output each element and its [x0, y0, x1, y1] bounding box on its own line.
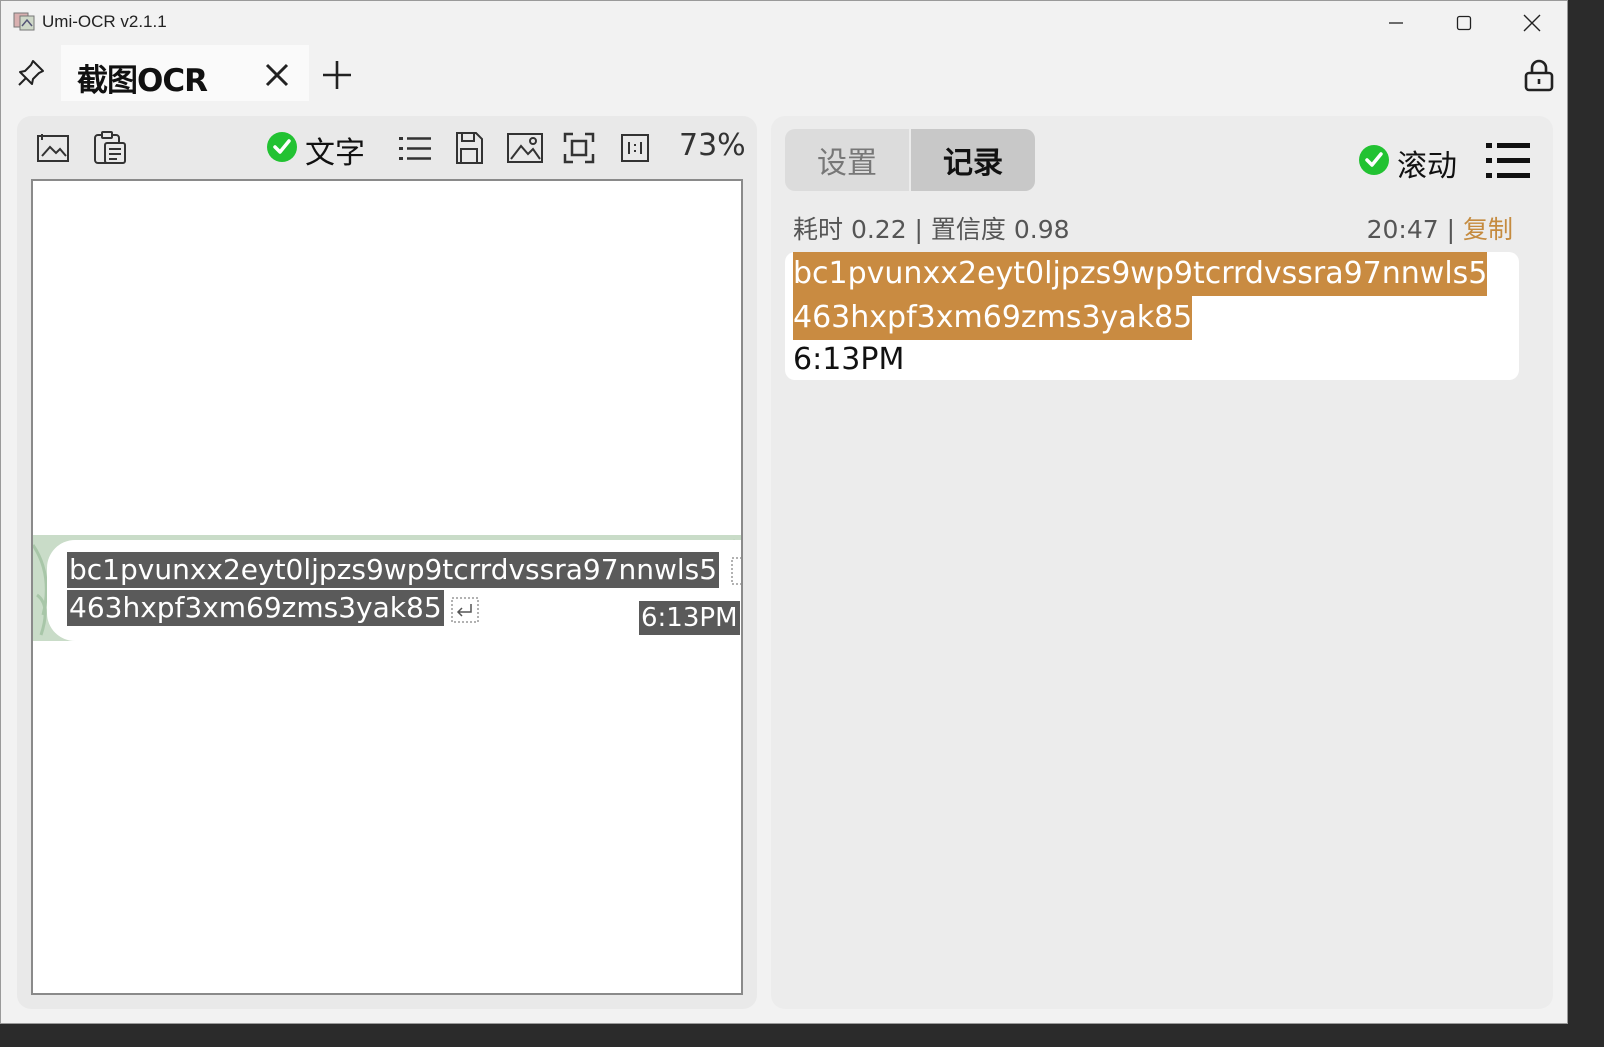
- add-tab-button[interactable]: [317, 55, 357, 95]
- menu-button[interactable]: [1483, 138, 1533, 184]
- maximize-button[interactable]: [1431, 1, 1497, 45]
- lock-icon: [1524, 59, 1554, 92]
- ocr-text-line[interactable]: 463hxpf3xm69zms3yak85: [67, 590, 444, 626]
- minimize-button[interactable]: [1363, 1, 1429, 45]
- lock-button[interactable]: [1519, 55, 1559, 95]
- image-icon: [37, 134, 69, 162]
- screenshot-image: bc1pvunxx2eyt0ljpzs9wp9tcrrdvssra97nnwls…: [33, 535, 741, 641]
- plus-icon: [323, 61, 351, 89]
- record-text-line[interactable]: 6:13PM: [793, 338, 904, 382]
- scroll-toggle-checkbox[interactable]: [1359, 145, 1389, 175]
- save-icon: [456, 132, 483, 164]
- record-text-line[interactable]: bc1pvunxx2eyt0ljpzs9wp9tcrrdvssra97nnwls…: [793, 252, 1488, 296]
- app-logo-icon: [13, 12, 35, 31]
- ocr-text-line[interactable]: bc1pvunxx2eyt0ljpzs9wp9tcrrdvssra97nnwls…: [67, 552, 720, 588]
- image-viewer[interactable]: bc1pvunxx2eyt0ljpzs9wp9tcrrdvssra97nnwls…: [31, 179, 743, 995]
- zoom-level: 73%: [679, 128, 746, 163]
- pin-icon: [18, 60, 44, 86]
- record-stats: 耗时 0.22 | 置信度 0.98: [793, 215, 1070, 244]
- copy-link[interactable]: 复制: [1463, 215, 1513, 244]
- line-break-icon: [451, 597, 479, 623]
- fit-screen-icon: [563, 132, 595, 164]
- window-title: Umi-OCR v2.1.1: [42, 12, 167, 31]
- save-button[interactable]: [449, 128, 489, 168]
- scroll-toggle-label[interactable]: 滚动: [1397, 141, 1457, 185]
- open-image-button[interactable]: [33, 128, 73, 168]
- title-bar: Umi-OCR v2.1.1: [1, 1, 1567, 45]
- record-text-line[interactable]: 463hxpf3xm69zms3yak85: [793, 296, 1193, 340]
- fit-to-window-button[interactable]: [559, 128, 599, 168]
- tab-close-button[interactable]: [259, 57, 295, 93]
- maximize-icon: [1456, 15, 1472, 31]
- panel-tab-switch: 设置 记录: [785, 129, 1037, 191]
- actual-size-button[interactable]: [615, 128, 655, 168]
- text-toggle-checkbox[interactable]: [267, 132, 297, 162]
- paste-button[interactable]: [89, 128, 129, 168]
- list-view-button[interactable]: [395, 128, 435, 168]
- minimize-icon: [1389, 22, 1403, 24]
- tab-settings[interactable]: 设置: [785, 129, 909, 191]
- hamburger-list-icon: [1486, 143, 1530, 178]
- tab-bar: 截图OCR: [1, 45, 1567, 101]
- picture-icon: [507, 133, 543, 163]
- checkmark-icon: [273, 139, 291, 154]
- show-image-button[interactable]: [505, 128, 545, 168]
- app-window: Umi-OCR v2.1.1 截图OCR 文字 73% bc1pvunxx2ey…: [0, 0, 1568, 1024]
- pin-button[interactable]: [11, 55, 51, 91]
- tab-records[interactable]: 记录: [911, 129, 1035, 191]
- ocr-text-line[interactable]: 6:13PM: [639, 601, 740, 635]
- separator: |: [1438, 215, 1463, 244]
- close-icon: [1523, 14, 1541, 32]
- tab-screenshot-ocr[interactable]: 截图OCR: [61, 45, 309, 101]
- tab-label: 截图OCR: [77, 63, 208, 99]
- line-break-icon: [731, 557, 741, 585]
- one-to-one-icon: [621, 134, 649, 162]
- text-toggle-label[interactable]: 文字: [305, 128, 365, 172]
- result-panel: 设置 记录 滚动 耗时 0.22 | 置信度 0.98 20:47 | 复制 b…: [771, 116, 1553, 1009]
- list-icon: [399, 137, 431, 160]
- image-panel: 文字 73% bc1pvunxx2eyt0ljpzs9wp9tcrrdvssra…: [17, 116, 757, 1009]
- record-card[interactable]: bc1pvunxx2eyt0ljpzs9wp9tcrrdvssra97nnwls…: [785, 252, 1519, 380]
- close-icon: [265, 63, 289, 87]
- checkmark-icon: [1365, 152, 1383, 167]
- record-timestamp: 20:47: [1366, 215, 1439, 244]
- record-header-right: 20:47 | 复制: [1367, 210, 1513, 246]
- clipboard-icon: [94, 131, 126, 164]
- close-window-button[interactable]: [1499, 1, 1565, 45]
